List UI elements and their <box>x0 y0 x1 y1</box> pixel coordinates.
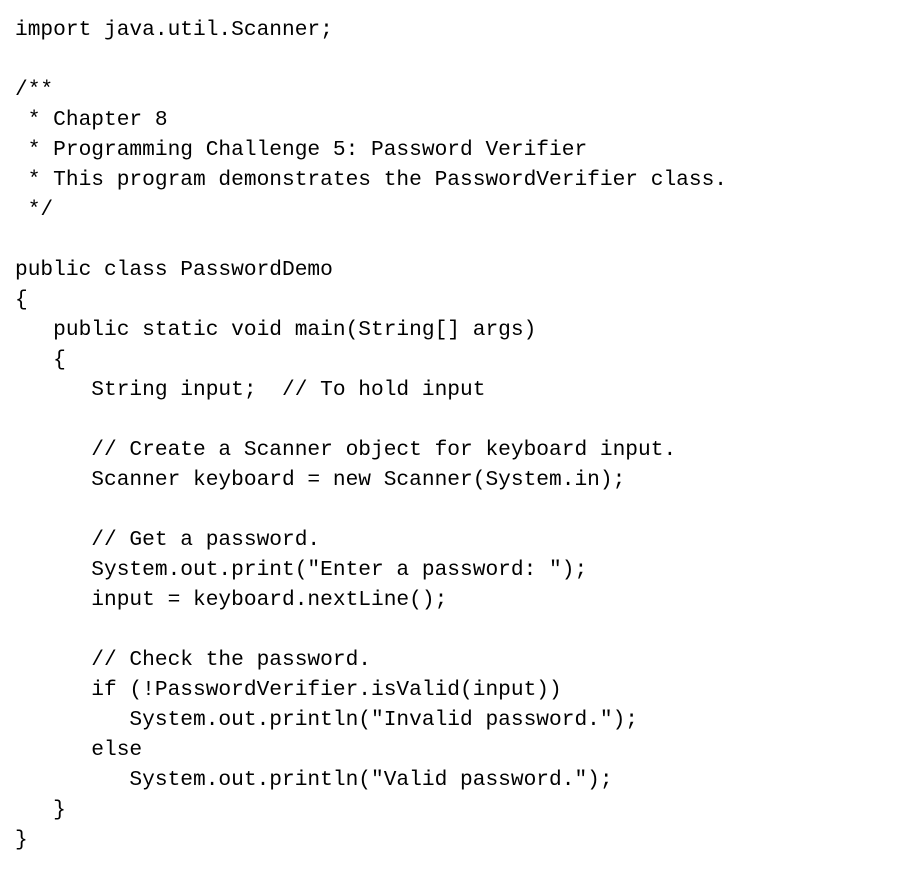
code-line: */ <box>15 198 54 222</box>
code-line: * Chapter 8 <box>15 108 168 132</box>
code-line: if (!PasswordVerifier.isValid(input)) <box>15 678 562 702</box>
code-line: import java.util.Scanner; <box>15 18 333 42</box>
code-line: { <box>15 348 66 372</box>
code-line: /** <box>15 78 54 102</box>
code-line: { <box>15 288 28 312</box>
code-line: // Get a password. <box>15 528 321 552</box>
code-line: System.out.println("Invalid password."); <box>15 708 639 732</box>
code-line: * Programming Challenge 5: Password Veri… <box>15 138 588 162</box>
code-line: } <box>15 828 28 852</box>
code-line: * This program demonstrates the Password… <box>15 168 728 192</box>
code-line: // Create a Scanner object for keyboard … <box>15 438 677 462</box>
code-line: else <box>15 738 143 762</box>
code-line: System.out.println("Valid password."); <box>15 768 613 792</box>
code-line: String input; // To hold input <box>15 378 486 402</box>
code-listing: import java.util.Scanner; /** * Chapter … <box>0 0 918 884</box>
code-line: input = keyboard.nextLine(); <box>15 588 448 612</box>
code-line: System.out.print("Enter a password: "); <box>15 558 588 582</box>
code-line: } <box>15 798 66 822</box>
code-line: public static void main(String[] args) <box>15 318 537 342</box>
code-line: public class PasswordDemo <box>15 258 333 282</box>
code-line: // Check the password. <box>15 648 372 672</box>
code-line: Scanner keyboard = new Scanner(System.in… <box>15 468 626 492</box>
